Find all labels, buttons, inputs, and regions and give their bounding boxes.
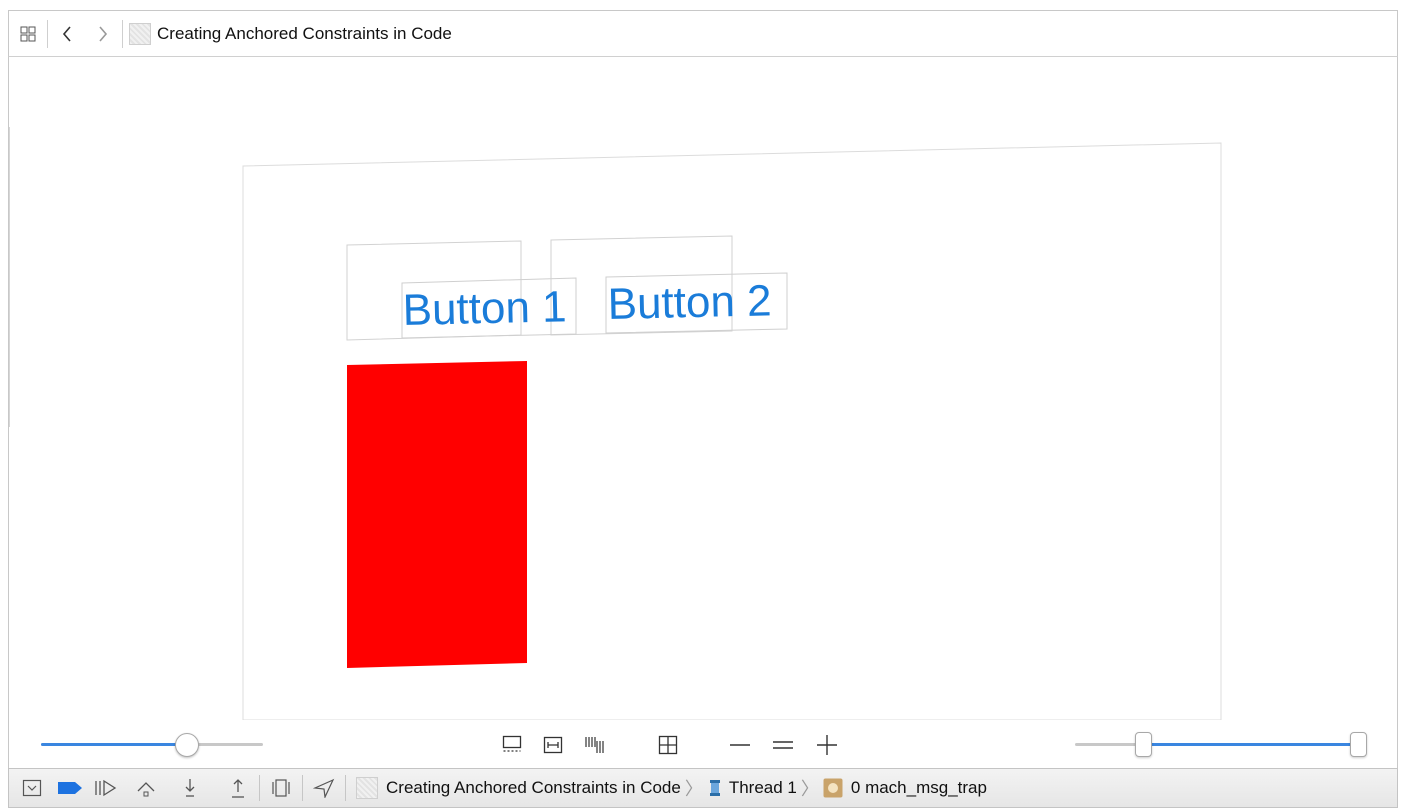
range-icon[interactable]	[583, 734, 607, 756]
chevron-right-icon: 〉	[800, 779, 819, 799]
grid-icon[interactable]	[656, 734, 680, 756]
constraints-icon[interactable]	[541, 734, 565, 756]
page-title[interactable]: Creating Anchored Constraints in Code	[157, 24, 452, 44]
breadcrumb-file[interactable]: Creating Anchored Constraints in Code	[386, 778, 681, 798]
clipping-icon[interactable]	[500, 734, 524, 756]
divider	[345, 775, 346, 801]
range-slider-fill	[1149, 743, 1356, 746]
thread-icon	[707, 779, 723, 797]
breadcrumb-thread[interactable]: Thread 1	[729, 778, 797, 798]
divider	[122, 19, 123, 48]
button-1: Button 1	[402, 282, 567, 335]
chevron-right-icon: 〉	[684, 779, 703, 799]
red-view	[347, 361, 527, 668]
app-window: Creating Anchored Constraints in Code Bu…	[0, 0, 1405, 808]
location-icon[interactable]	[309, 773, 339, 803]
spacing-slider-fill	[41, 743, 188, 746]
divider	[302, 775, 303, 801]
range-slider-high-knob[interactable]	[1350, 732, 1367, 757]
spacing-slider-knob[interactable]	[175, 733, 199, 757]
playground-file-icon	[129, 22, 151, 45]
view-hierarchy-3d: Button 1 Button 2	[242, 142, 1222, 720]
back-chevron-icon[interactable]	[54, 21, 80, 47]
divider	[259, 775, 260, 801]
hide-debug-area-icon[interactable]	[17, 773, 47, 803]
continue-icon[interactable]	[91, 773, 121, 803]
range-slider-low-knob[interactable]	[1135, 732, 1152, 757]
jump-bar: Creating Anchored Constraints in Code	[8, 10, 1398, 57]
playground-file-icon	[356, 777, 378, 799]
divider	[47, 19, 48, 48]
frame-icon	[823, 778, 843, 798]
step-into-icon[interactable]	[175, 773, 205, 803]
zoom-in-icon[interactable]	[815, 734, 839, 756]
breadcrumb-frame[interactable]: 0 mach_msg_trap	[851, 778, 987, 798]
zoom-out-icon[interactable]	[728, 734, 752, 756]
view-debugger-controls	[8, 720, 1398, 768]
breakpoint-icon[interactable]	[55, 773, 85, 803]
forward-chevron-icon[interactable]	[90, 21, 116, 47]
live-view-canvas: Button 1 Button 2	[8, 57, 1398, 720]
zoom-actual-size-icon[interactable]	[771, 734, 795, 756]
related-items-grid-icon[interactable]	[15, 21, 41, 47]
debug-bar: Creating Anchored Constraints in Code 〉 …	[8, 768, 1398, 808]
view-debugger-icon[interactable]	[266, 773, 296, 803]
button-2: Button 2	[607, 276, 772, 329]
step-out-icon[interactable]	[223, 773, 253, 803]
step-over-icon[interactable]	[131, 773, 161, 803]
